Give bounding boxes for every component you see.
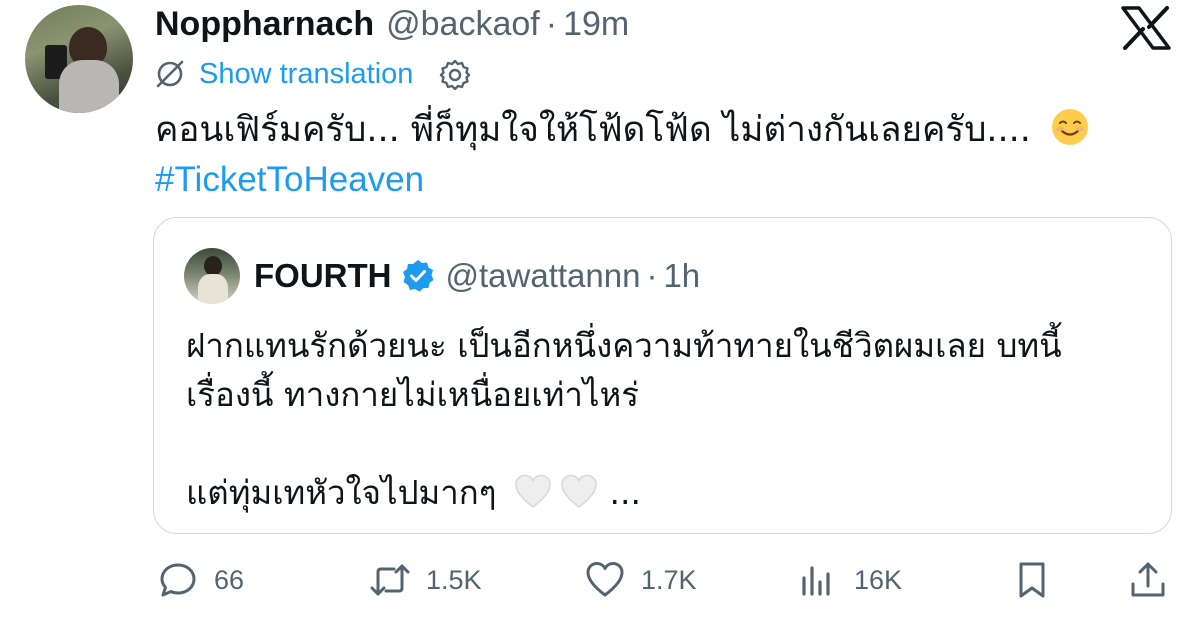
hashtag-link[interactable]: #TicketToHeaven (155, 160, 424, 199)
quoted-avatar-head (204, 256, 222, 276)
view-count: 16K (854, 564, 903, 595)
quoted-line-1: ฝากแทนรักด้วยนะ เป็นอีกหนึ่งความท้าทายใน… (186, 326, 1062, 365)
author-handle[interactable]: @backaof (386, 5, 540, 44)
tweet-header: Noppharnach @backaof · 19m (155, 2, 629, 46)
quoted-avatar[interactable] (184, 248, 240, 304)
views-chart-icon (802, 566, 830, 596)
header-separator: · (545, 4, 558, 43)
reply-button[interactable]: 66 (158, 550, 244, 610)
heart-icon (586, 562, 624, 597)
tweet-body: คอนเฟิร์มครับ... พี่ก็ทุมใจให้โฟ้ดโฟ้ด ไ… (155, 110, 1031, 150)
quoted-header: FOURTH @tawattannn · 1h (254, 252, 700, 300)
quoted-author-handle[interactable]: @tawattannn (445, 257, 640, 295)
translate-globe-icon (156, 60, 184, 88)
share-icon (1131, 562, 1165, 597)
bookmark-icon (1019, 562, 1045, 598)
author-avatar[interactable] (25, 5, 133, 113)
smiling-face-icon (1052, 109, 1089, 145)
tweet-text: คอนเฟิร์มครับ... พี่ก็ทุมใจให้โฟ้ดโฟ้ด ไ… (155, 106, 1090, 205)
repost-button[interactable]: 1.5K (370, 550, 482, 610)
quoted-time[interactable]: 1h (663, 257, 700, 295)
author-name[interactable]: Noppharnach (155, 5, 374, 44)
repost-icon (370, 564, 410, 596)
quoted-avatar-body (198, 274, 228, 304)
reply-count: 66 (214, 564, 245, 595)
like-count: 1.7K (641, 564, 697, 595)
translation-row: Show translation (155, 52, 471, 96)
quoted-line-2: เรื่องนี้ ทางกายไม่เหนื่อยเท่าไหร่ (186, 375, 639, 414)
white-heart-icon (561, 474, 597, 508)
quoted-author-name[interactable]: FOURTH (254, 257, 391, 295)
avatar-body (59, 60, 119, 113)
show-translation-link[interactable]: Show translation (199, 58, 413, 91)
like-button[interactable]: 1.7K (585, 550, 697, 610)
quoted-text: ฝากแทนรักด้วยนะ เป็นอีกหนึ่งความท้าทายใน… (186, 321, 1062, 517)
gear-icon[interactable] (439, 58, 471, 90)
action-bar: 66 1.5K 1.7K 16K (0, 550, 1199, 610)
quoted-ellipsis: ... (609, 473, 641, 512)
repost-count: 1.5K (426, 564, 482, 595)
quoted-tweet-card[interactable]: FOURTH @tawattannn · 1h ฝากแทนรักด้วยนะ … (153, 217, 1172, 534)
x-logo-icon (1121, 6, 1171, 50)
quoted-separator: · (646, 257, 658, 294)
bookmark-button[interactable] (1012, 550, 1052, 610)
white-heart-icon (515, 474, 551, 508)
verified-badge-icon (403, 260, 434, 292)
tweet-time[interactable]: 19m (563, 5, 629, 44)
share-button[interactable] (1128, 550, 1168, 610)
quoted-line-3: แต่ทุ่มเทหัวใจไปมากๆ (186, 473, 497, 512)
views-button[interactable]: 16K (798, 550, 902, 610)
reply-icon (160, 563, 196, 597)
